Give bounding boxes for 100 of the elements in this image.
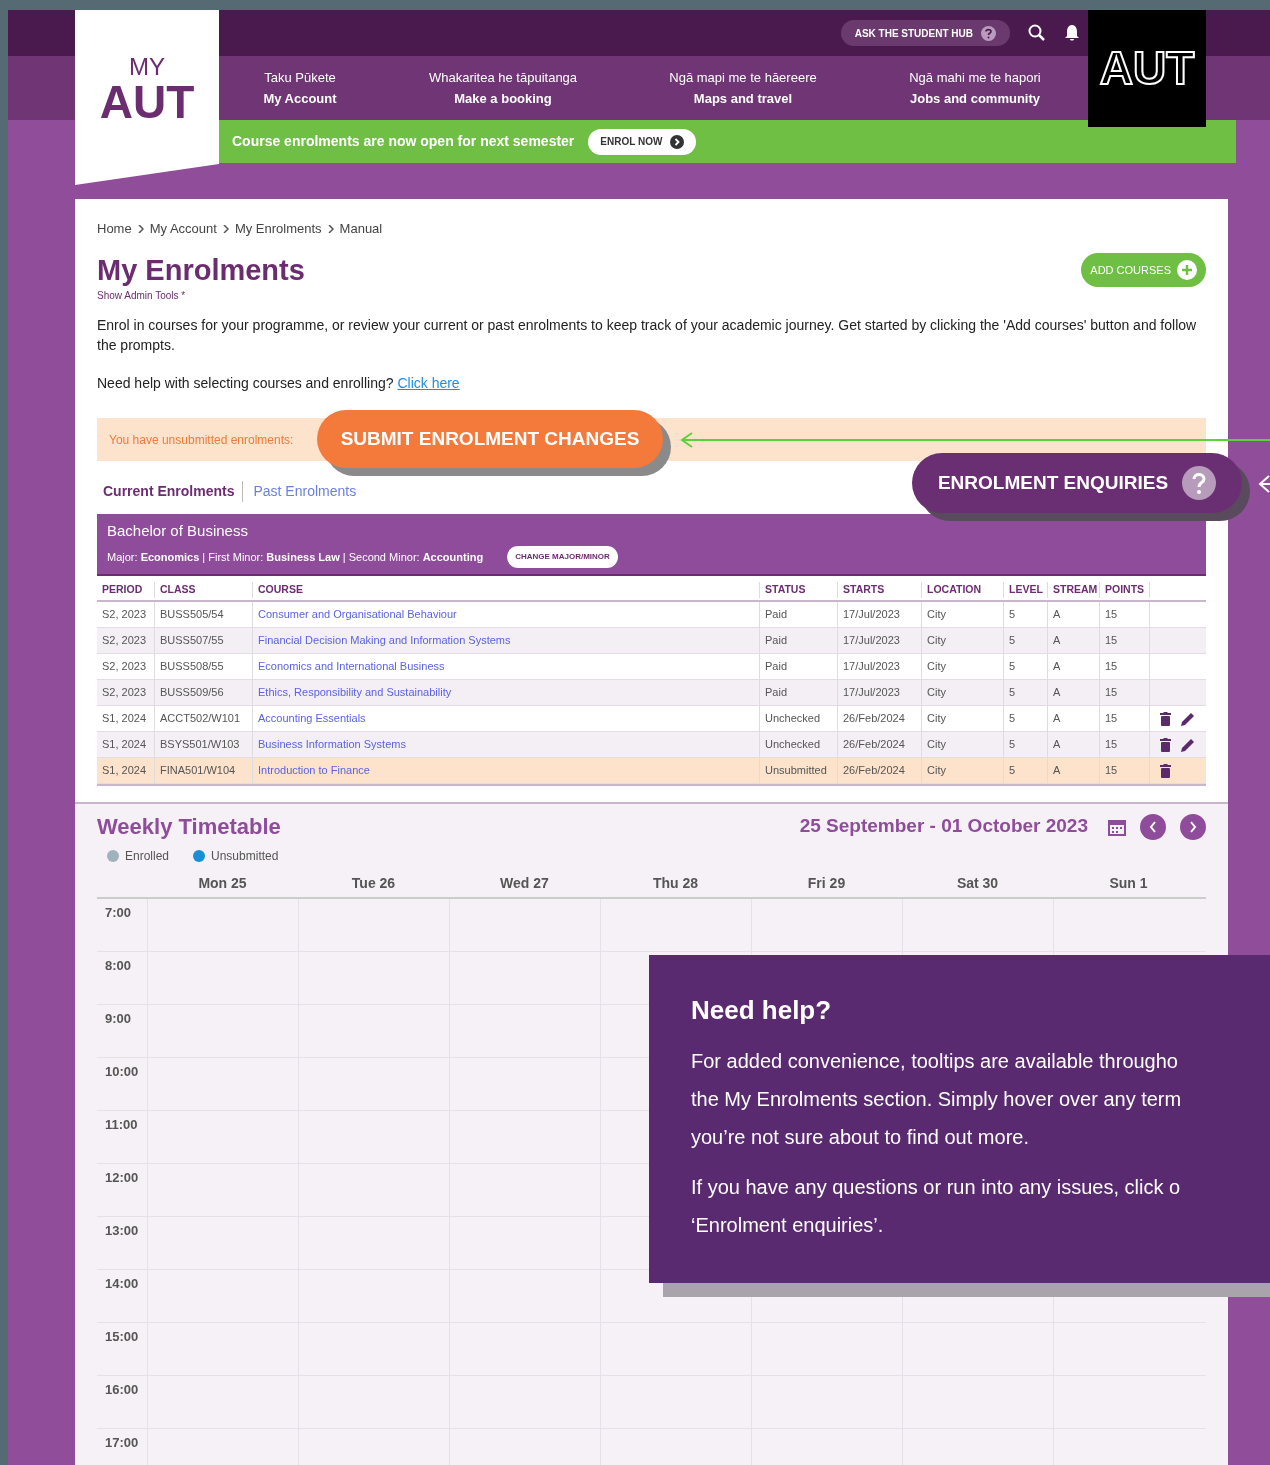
- programme-details: Major: Economics | First Minor: Business Law | Second Minor: Accounting: [107, 550, 484, 565]
- table-cell: City: [922, 732, 1004, 757]
- breadcrumb-link[interactable]: My Account: [149, 219, 217, 239]
- table-cell: Paid: [760, 680, 838, 705]
- table-cell: S2, 2023: [97, 602, 155, 627]
- table-cell[interactable]: Introduction to Finance: [253, 758, 760, 783]
- aut-logo[interactable]: AUT: [1088, 10, 1206, 127]
- table-cell: Unsubmitted: [760, 758, 838, 783]
- table-cell: City: [922, 628, 1004, 653]
- nav-link[interactable]: Ngā mahi me te hapori Jobs and community: [861, 56, 1089, 120]
- table-cell: 15: [1100, 602, 1150, 627]
- table-cell: S1, 2024: [97, 706, 155, 731]
- day-header: Sun 1: [1108, 873, 1149, 893]
- table-cell: 26/Feb/2024: [838, 706, 922, 731]
- nav-link[interactable]: Taku Pūkete My Account: [219, 56, 381, 120]
- table-cell: 5: [1004, 602, 1048, 627]
- table-cell: 17/Jul/2023: [838, 680, 922, 705]
- column-header: POINTS: [1100, 582, 1150, 598]
- table-cell: BUSS508/55: [155, 654, 253, 679]
- nav-link[interactable]: Whakaritea he tāpuitanga Make a booking: [381, 56, 625, 120]
- chevron-icon: [327, 224, 334, 233]
- calendar-icon[interactable]: [1108, 817, 1126, 836]
- table-cell: A: [1048, 732, 1100, 757]
- table-cell: S1, 2024: [97, 758, 155, 783]
- click-here-link[interactable]: Click here: [397, 375, 460, 391]
- next-week-button[interactable]: [1180, 813, 1206, 840]
- help-text-line: ‘Enrolment enquiries’.: [691, 1213, 885, 1238]
- trash-icon[interactable]: [1160, 763, 1171, 778]
- table-cell: 5: [1004, 628, 1048, 653]
- table-cell: Unchecked: [760, 732, 838, 757]
- table-cell: City: [922, 602, 1004, 627]
- help-icon: [981, 25, 996, 41]
- enrolment-tab[interactable]: Current Enrolments: [103, 481, 244, 502]
- previous-week-button[interactable]: [1140, 813, 1166, 840]
- pencil-icon[interactable]: [1181, 737, 1195, 752]
- search-icon[interactable]: [1028, 24, 1046, 42]
- table-cell: 15: [1100, 732, 1150, 757]
- table-cell[interactable]: Economics and International Business: [253, 654, 760, 679]
- hour-label: 14:00: [104, 1276, 140, 1292]
- table-cell: 5: [1004, 732, 1048, 757]
- table-cell: 5: [1004, 680, 1048, 705]
- trash-icon[interactable]: [1160, 737, 1171, 752]
- table-cell: A: [1048, 706, 1100, 731]
- plus-icon: [1177, 260, 1197, 281]
- help-text-line: If you have any questions or run into any issues, click o: [691, 1175, 1182, 1200]
- table-cell: BSYS501/W103: [155, 732, 253, 757]
- table-cell[interactable]: Financial Decision Making and Information Systems: [253, 628, 760, 653]
- admin-tools-link[interactable]: Show Admin Tools *: [97, 288, 1206, 303]
- table-cell: BUSS509/56: [155, 680, 253, 705]
- table-cell[interactable]: Consumer and Organisational Behaviour: [253, 602, 760, 627]
- column-header: LOCATION: [922, 582, 1004, 598]
- trash-icon[interactable]: [1160, 711, 1171, 726]
- chevron-right-icon: [1189, 820, 1197, 833]
- help-title: Need help?: [691, 994, 833, 1027]
- table-cell: 17/Jul/2023: [838, 602, 922, 627]
- table-cell: S2, 2023: [97, 654, 155, 679]
- day-header: Tue 26: [350, 873, 397, 893]
- column-header: COURSE: [253, 582, 760, 598]
- breadcrumb-link[interactable]: Manual: [339, 219, 383, 239]
- hour-label: 12:00: [104, 1170, 140, 1186]
- page-title: My Enrolments: [97, 252, 305, 288]
- my-aut-logo[interactable]: MY AUT: [75, 10, 219, 185]
- chevron-left-icon: [1149, 820, 1157, 833]
- enrolment-tab[interactable]: Past Enrolments: [243, 481, 357, 502]
- table-cell: BUSS505/54: [155, 602, 253, 627]
- hour-label: 10:00: [104, 1064, 140, 1080]
- day-header: Thu 28: [651, 873, 700, 893]
- chevron-icon: [137, 224, 144, 233]
- table-cell: 15: [1100, 706, 1150, 731]
- table-cell: A: [1048, 628, 1100, 653]
- table-cell: 15: [1100, 758, 1150, 783]
- chevron-icon: [222, 224, 229, 233]
- legend-label: Unsubmitted: [211, 848, 279, 865]
- table-cell: 15: [1100, 654, 1150, 679]
- table-cell: 15: [1100, 680, 1150, 705]
- table-cell[interactable]: Ethics, Responsibility and Sustainability: [253, 680, 760, 705]
- table-cell: A: [1048, 680, 1100, 705]
- breadcrumb-link[interactable]: My Enrolments: [234, 219, 322, 239]
- table-cell: 17/Jul/2023: [838, 654, 922, 679]
- table-cell[interactable]: Business Information Systems: [253, 732, 760, 757]
- bell-icon[interactable]: [1064, 24, 1080, 42]
- student-hub-button[interactable]: ASK THE STUDENT HUB: [840, 20, 1010, 46]
- programme-title: Bachelor of Business: [107, 520, 249, 541]
- day-header: Sat 30: [955, 873, 1000, 893]
- hour-label: 7:00: [104, 905, 133, 921]
- change-major-button[interactable]: CHANGE MAJOR/MINOR: [507, 546, 618, 569]
- enrol-now-button[interactable]: ENROL NOW: [588, 128, 697, 155]
- nav-link[interactable]: Ngā mapi me te hāereere Maps and travel: [625, 56, 861, 120]
- banner-text: Course enrolments are now open for next semester: [232, 132, 575, 151]
- table-cell: 26/Feb/2024: [838, 732, 922, 757]
- day-header: Mon 25: [197, 873, 248, 893]
- column-header: STARTS: [838, 582, 922, 598]
- hour-label: 9:00: [104, 1011, 133, 1027]
- breadcrumb-link[interactable]: Home: [97, 219, 132, 239]
- table-cell: A: [1048, 602, 1100, 627]
- pencil-icon[interactable]: [1181, 711, 1195, 726]
- table-cell: ACCT502/W101: [155, 706, 253, 731]
- table-cell: FINA501/W104: [155, 758, 253, 783]
- table-cell[interactable]: Accounting Essentials: [253, 706, 760, 731]
- help-text-line: the My Enrolments section. Simply hover over any term: [691, 1087, 1183, 1112]
